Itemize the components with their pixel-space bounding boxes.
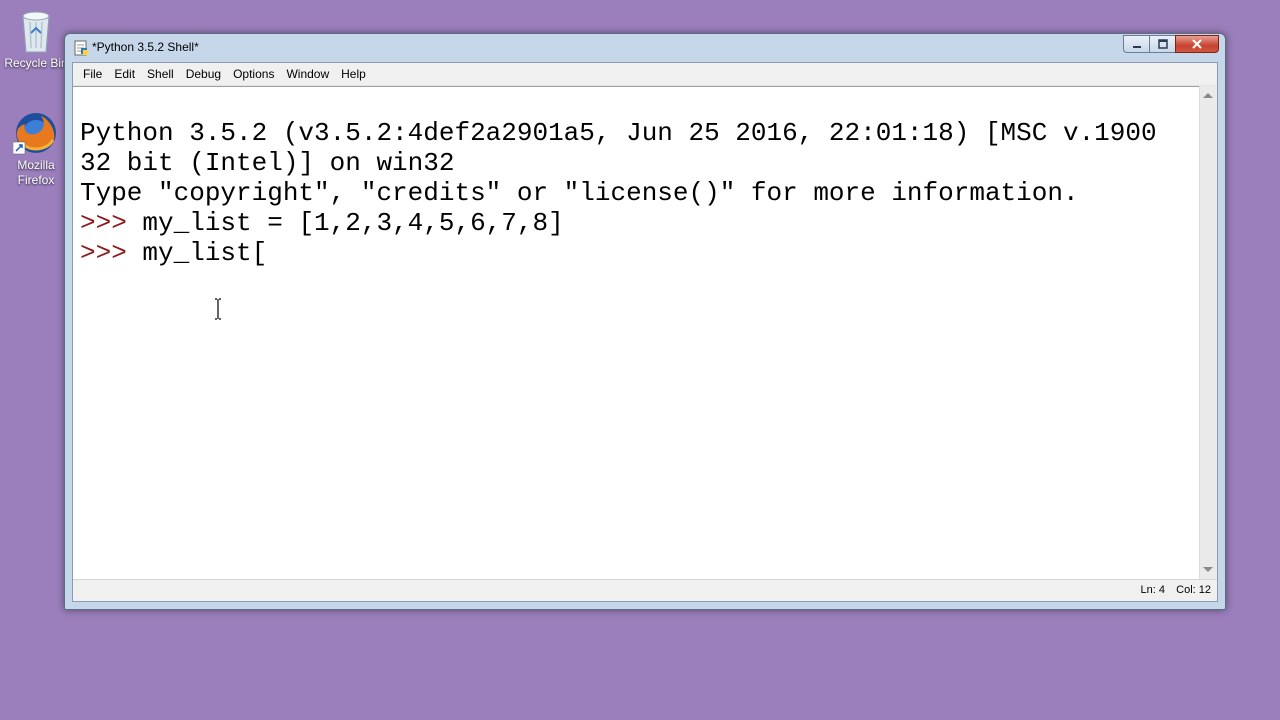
recycle-bin-icon: [22, 11, 50, 53]
menu-file[interactable]: File: [77, 65, 108, 83]
shell-input-line[interactable]: >>> my_list[: [80, 238, 1157, 268]
menu-shell[interactable]: Shell: [141, 65, 180, 83]
status-column-number: Col: 12: [1176, 584, 1211, 596]
maximize-button[interactable]: [1149, 35, 1175, 53]
desktop-icon-label: Recycle Bin: [4, 56, 68, 70]
python-file-icon: [74, 40, 88, 56]
text-cursor-icon: [215, 298, 221, 320]
shell-text-area[interactable]: Python 3.5.2 (v3.5.2:4def2a2901a5, Jun 2…: [73, 86, 1199, 579]
desktop-icon-recycle-bin[interactable]: Recycle Bin: [4, 8, 68, 71]
window-client-area: File Edit Shell Debug Options Window Hel…: [72, 62, 1218, 602]
close-button[interactable]: [1175, 35, 1219, 53]
close-icon: [1192, 39, 1202, 49]
window-title: *Python 3.5.2 Shell*: [92, 40, 199, 54]
shell-prompt: >>>: [80, 208, 143, 238]
shell-output: Python 3.5.2 (v3.5.2:4def2a2901a5, Jun 2…: [80, 88, 1157, 268]
desktop-icon-firefox[interactable]: Mozilla Firefox: [4, 110, 68, 188]
firefox-icon: [13, 113, 56, 155]
status-line-number: Ln: 4: [1140, 584, 1165, 596]
banner-line: Type "copyright", "credits" or "license(…: [80, 178, 1079, 208]
status-bar: Ln: 4 Col: 12: [73, 579, 1217, 601]
shell-input-line: >>> my_list = [1,2,3,4,5,6,7,8]: [80, 208, 1157, 238]
minimize-icon: [1132, 46, 1141, 48]
title-bar[interactable]: *Python 3.5.2 Shell*: [65, 34, 1225, 60]
shell-current-input[interactable]: my_list[: [142, 238, 267, 268]
menu-debug[interactable]: Debug: [180, 65, 227, 83]
menu-options[interactable]: Options: [227, 65, 280, 83]
shell-input: my_list = [1,2,3,4,5,6,7,8]: [142, 208, 564, 238]
banner-line: Python 3.5.2 (v3.5.2:4def2a2901a5, Jun 2…: [80, 118, 1157, 148]
menu-edit[interactable]: Edit: [108, 65, 141, 83]
scroll-up-icon[interactable]: [1203, 93, 1213, 98]
desktop-icon-label: Mozilla Firefox: [17, 158, 55, 187]
maximize-icon: [1157, 39, 1168, 49]
menu-bar: File Edit Shell Debug Options Window Hel…: [73, 63, 1217, 86]
banner-line: 32 bit (Intel)] on win32: [80, 148, 455, 178]
caption-buttons: [1123, 35, 1219, 53]
menu-help[interactable]: Help: [335, 65, 372, 83]
menu-window[interactable]: Window: [280, 65, 335, 83]
idle-shell-window: *Python 3.5.2 Shell* File Edit Shell Deb…: [64, 33, 1226, 610]
scroll-down-icon[interactable]: [1203, 567, 1213, 572]
vertical-scrollbar[interactable]: [1199, 86, 1217, 579]
shell-prompt: >>>: [80, 238, 143, 268]
minimize-button[interactable]: [1123, 35, 1149, 53]
